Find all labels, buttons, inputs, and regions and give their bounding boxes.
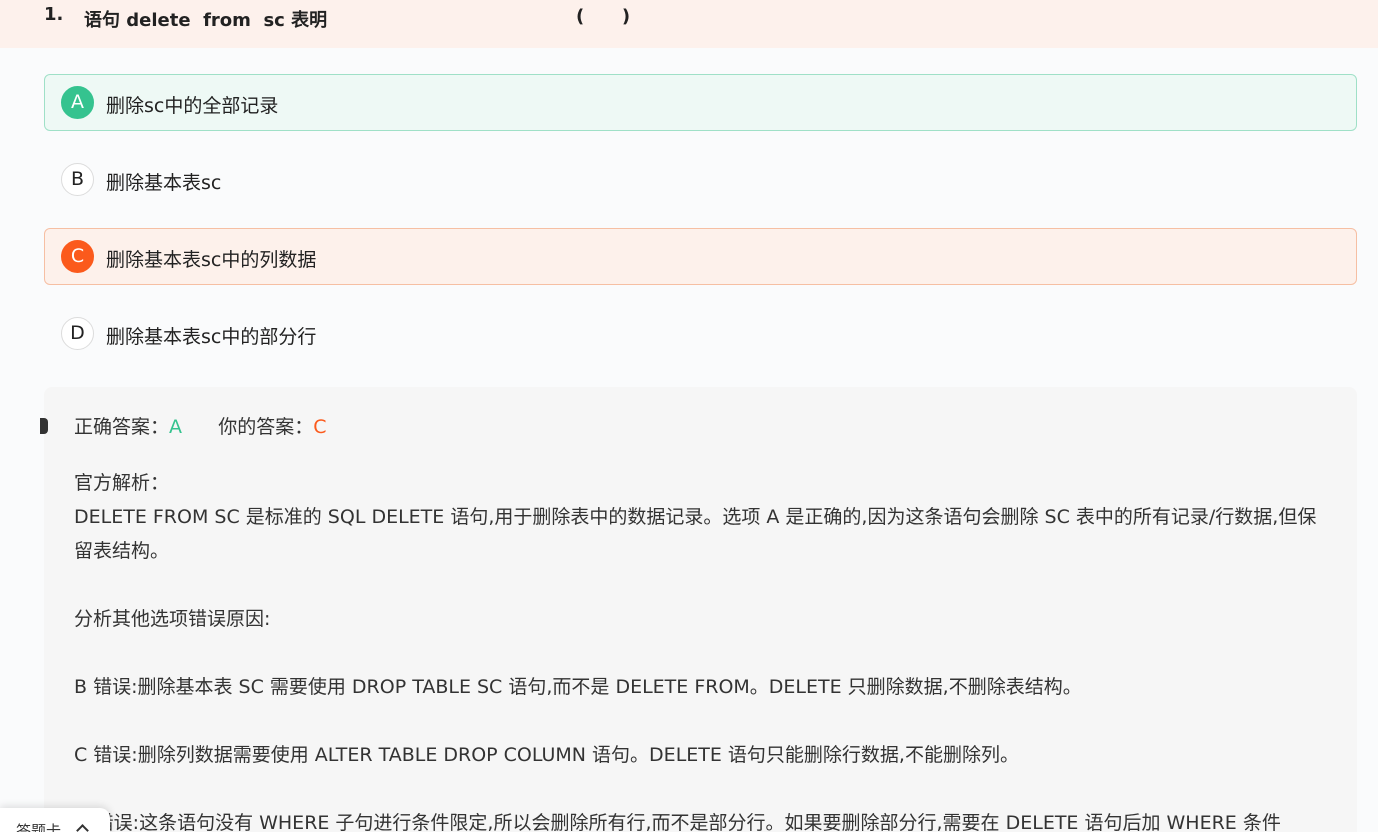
answer-sheet-label: 答题卡: [16, 822, 62, 832]
option-d-badge: D: [61, 317, 94, 350]
option-b-text: 删除基本表sc: [106, 172, 222, 194]
question-stem: 语句 delete from sc 表明: [84, 10, 328, 31]
option-a-text: 删除sc中的全部记录: [106, 95, 279, 117]
analysis-title: 官方解析：: [74, 472, 170, 494]
analysis-paragraph-3: B 错误:删除基本表 SC 需要使用 DROP TABLE SC 语句,而不是 …: [74, 676, 1082, 698]
analysis-text: 官方解析： DELETE FROM SC 是标准的 SQL DELETE 语句,…: [74, 466, 1334, 832]
option-d-text: 删除基本表sc中的部分行: [106, 326, 317, 348]
option-b-badge: B: [61, 163, 94, 196]
answer-sheet-tab[interactable]: 答题卡: [0, 808, 110, 832]
option-a-badge: A: [61, 86, 94, 119]
your-answer-value: C: [313, 416, 327, 438]
option-c-badge: C: [61, 240, 94, 273]
question-blank: ( ): [576, 6, 631, 27]
analysis-paragraph-5: D 错误:这条语句没有 WHERE 子句进行条件限定,所以会删除所有行,而不是部…: [74, 812, 1281, 832]
correct-answer-label: 正确答案：: [74, 416, 170, 438]
option-d[interactable]: D 删除基本表sc中的部分行: [44, 305, 1357, 362]
quiz-page: 1. 语句 delete from sc 表明 ( ) A 删除sc中的全部记录…: [0, 0, 1378, 832]
option-c-text: 删除基本表sc中的列数据: [106, 249, 317, 271]
option-c[interactable]: C 删除基本表sc中的列数据: [44, 228, 1357, 285]
marker-icon: [40, 418, 48, 434]
analysis-paragraph-2: 分析其他选项错误原因:: [74, 608, 271, 630]
answer-summary: 正确答案：A 你的答案：C: [74, 412, 327, 439]
option-a[interactable]: A 删除sc中的全部记录: [44, 74, 1357, 131]
chevron-up-icon: [76, 824, 89, 832]
correct-answer-value: A: [169, 416, 183, 438]
question-header: 1. 语句 delete from sc 表明 ( ): [0, 0, 1378, 48]
option-b[interactable]: B 删除基本表sc: [44, 151, 1357, 208]
analysis-paragraph-4: C 错误:删除列数据需要使用 ALTER TABLE DROP COLUMN 语…: [74, 744, 1019, 766]
analysis-paragraph-1: DELETE FROM SC 是标准的 SQL DELETE 语句,用于删除表中…: [74, 506, 1317, 562]
question-number: 1.: [44, 4, 64, 25]
your-answer-label: 你的答案：: [218, 416, 314, 438]
